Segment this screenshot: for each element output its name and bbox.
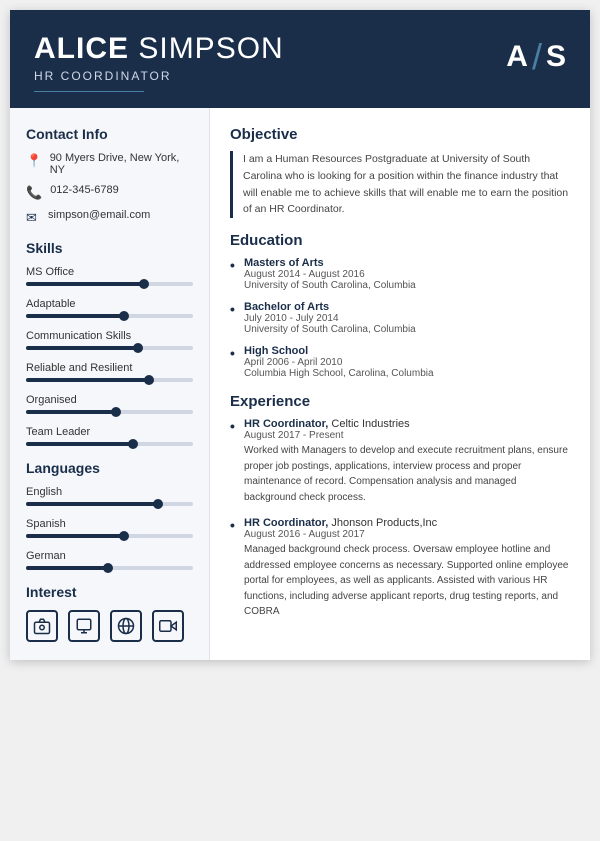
exp-title: HR Coordinator, Celtic Industries [244, 418, 570, 430]
exp-desc: Managed background check process. Oversa… [244, 542, 570, 620]
languages-list: English Spanish German [26, 486, 193, 570]
exp-company: Jhonson Products,Inc [331, 517, 437, 529]
education-item: Masters of Arts August 2014 - August 201… [230, 257, 570, 291]
language-bar-bg [26, 566, 193, 570]
body: Contact Info 📍 90 Myers Drive, New York,… [10, 108, 590, 660]
experience-section-title: Experience [230, 393, 570, 410]
interest-icons [26, 610, 193, 642]
language-item: German [26, 550, 193, 570]
skill-bar-bg [26, 378, 193, 382]
skill-item: Team Leader [26, 426, 193, 446]
language-name: German [26, 550, 193, 562]
contact-email: ✉ simpson@email.com [26, 209, 193, 226]
interest-section-title: Interest [26, 584, 193, 600]
interest-icon-0 [26, 610, 58, 642]
location-icon: 📍 [26, 153, 42, 169]
edu-school: University of South Carolina, Columbia [244, 324, 570, 335]
skill-bar-bg [26, 314, 193, 318]
contact-section-title: Contact Info [26, 126, 193, 142]
header-divider [34, 91, 144, 92]
address-text: 90 Myers Drive, New York, NY [50, 152, 193, 176]
phone-icon: 📞 [26, 185, 42, 201]
language-item: English [26, 486, 193, 506]
edu-date: July 2010 - July 2014 [244, 313, 570, 324]
interest-icon-2 [110, 610, 142, 642]
skill-item: MS Office [26, 266, 193, 286]
edu-date: April 2006 - April 2010 [244, 357, 570, 368]
interest-icon-1 [68, 610, 100, 642]
exp-title: HR Coordinator, Jhonson Products,Inc [244, 517, 570, 529]
experience-item: HR Coordinator, Celtic Industries August… [230, 418, 570, 505]
skill-item: Organised [26, 394, 193, 414]
header-left: ALICE SIMPSON HR COORDINATOR [34, 32, 284, 92]
edu-date: August 2014 - August 2016 [244, 269, 570, 280]
objective-section-title: Objective [230, 126, 570, 143]
slash-icon: / [532, 36, 542, 78]
education-list: Masters of Arts August 2014 - August 201… [230, 257, 570, 379]
skill-name: Adaptable [26, 298, 193, 310]
skill-name: Communication Skills [26, 330, 193, 342]
skill-bar-fill [26, 410, 118, 414]
right-column: Objective I am a Human Resources Postgra… [210, 108, 590, 660]
header-title: HR COORDINATOR [34, 69, 284, 83]
skill-name: Organised [26, 394, 193, 406]
education-item: High School April 2006 - April 2010 Colu… [230, 345, 570, 379]
language-name: Spanish [26, 518, 193, 530]
left-column: Contact Info 📍 90 Myers Drive, New York,… [10, 108, 210, 660]
skill-item: Communication Skills [26, 330, 193, 350]
exp-desc: Worked with Managers to develop and exec… [244, 443, 570, 505]
skill-name: MS Office [26, 266, 193, 278]
experience-list: HR Coordinator, Celtic Industries August… [230, 418, 570, 620]
skill-bar-fill [26, 314, 126, 318]
education-section-title: Education [230, 232, 570, 249]
header-name: ALICE SIMPSON [34, 32, 284, 65]
language-item: Spanish [26, 518, 193, 538]
skill-name: Team Leader [26, 426, 193, 438]
exp-company: Celtic Industries [331, 418, 409, 430]
skill-bar-bg [26, 346, 193, 350]
language-bar-fill [26, 502, 160, 506]
languages-section-title: Languages [26, 460, 193, 476]
skill-bar-fill [26, 282, 146, 286]
skill-bar-bg [26, 282, 193, 286]
phone-text: 012-345-6789 [50, 184, 119, 196]
experience-item: HR Coordinator, Jhonson Products,Inc Aug… [230, 517, 570, 620]
contact-phone: 📞 012-345-6789 [26, 184, 193, 201]
language-bar-bg [26, 502, 193, 506]
language-bar-bg [26, 534, 193, 538]
header: ALICE SIMPSON HR COORDINATOR A / S [10, 10, 590, 108]
initial-s: S [546, 40, 566, 74]
initial-a: A [506, 40, 528, 74]
exp-date: August 2017 - Present [244, 430, 570, 441]
first-name: ALICE [34, 32, 129, 65]
exp-date: August 2016 - August 2017 [244, 529, 570, 540]
skill-bar-bg [26, 442, 193, 446]
skill-item: Adaptable [26, 298, 193, 318]
email-text: simpson@email.com [48, 209, 150, 221]
skill-bar-fill [26, 346, 140, 350]
education-item: Bachelor of Arts July 2010 - July 2014 U… [230, 301, 570, 335]
edu-degree: Bachelor of Arts [244, 301, 570, 313]
last-name: SIMPSON [138, 32, 283, 65]
skill-item: Reliable and Resilient [26, 362, 193, 382]
skill-bar-fill [26, 378, 151, 382]
resume-container: ALICE SIMPSON HR COORDINATOR A / S Conta… [10, 10, 590, 660]
skills-list: MS Office Adaptable Communication Skills… [26, 266, 193, 446]
interest-icon-3 [152, 610, 184, 642]
contact-address: 📍 90 Myers Drive, New York, NY [26, 152, 193, 176]
edu-school: University of South Carolina, Columbia [244, 280, 570, 291]
edu-degree: High School [244, 345, 570, 357]
edu-school: Columbia High School, Carolina, Columbia [244, 368, 570, 379]
skills-section-title: Skills [26, 240, 193, 256]
skill-name: Reliable and Resilient [26, 362, 193, 374]
skill-bar-bg [26, 410, 193, 414]
skill-bar-fill [26, 442, 135, 446]
language-bar-fill [26, 534, 126, 538]
edu-degree: Masters of Arts [244, 257, 570, 269]
language-bar-fill [26, 566, 110, 570]
email-icon: ✉ [26, 210, 40, 226]
header-initials: A / S [506, 36, 566, 78]
objective-text: I am a Human Resources Postgraduate at U… [230, 151, 570, 218]
language-name: English [26, 486, 193, 498]
